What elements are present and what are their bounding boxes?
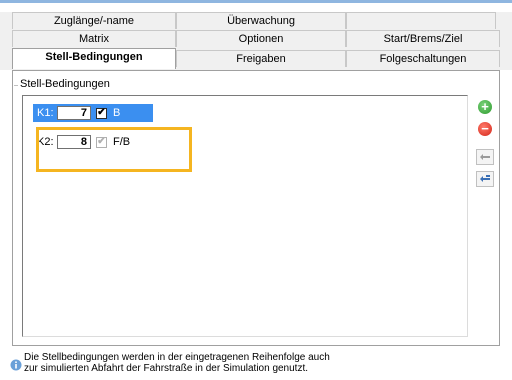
move-up-button[interactable] [476, 148, 494, 166]
footer-text: Die Stellbedingungen werden in der einge… [24, 352, 330, 374]
group-title: Stell-Bedingungen [18, 78, 112, 90]
footer-line-1: Die Stellbedingungen werden in der einge… [24, 352, 330, 363]
tab-stell-bedingungen[interactable]: Stell-Bedingungen [12, 48, 176, 69]
tab-matrix[interactable]: Matrix [12, 30, 176, 47]
move-up-icon [476, 149, 494, 165]
tab-folgeschaltungen[interactable]: Folgeschaltungen [346, 50, 500, 67]
window-top-edge [0, 0, 512, 9]
footer-line-2: zur simulierten Abfahrt der Fahrstraße i… [24, 363, 309, 374]
checkbox-checked-icon[interactable]: ✔ [96, 107, 107, 119]
info-footer: Die Stellbedingungen werden in der einge… [10, 352, 500, 378]
list-item-k1[interactable]: K1: 7 ✔ B [33, 104, 153, 122]
number-field[interactable]: 7 [57, 106, 91, 120]
tab-optionen[interactable]: Optionen [176, 30, 346, 47]
tab-strip: Zuglänge/-name Überwachung Matrix Option… [0, 12, 512, 70]
row-flag: B [113, 107, 121, 119]
add-button[interactable]: + [476, 98, 494, 116]
highlight-box [36, 127, 192, 172]
row-label: K1: [37, 107, 54, 119]
tab-zuglaenge-name[interactable]: Zuglänge/-name [12, 12, 176, 29]
tab-freigaben[interactable]: Freigaben [176, 50, 346, 67]
add-icon: + [478, 100, 492, 114]
info-icon [10, 359, 22, 371]
remove-icon: − [478, 122, 492, 136]
tab-ueberwachung[interactable]: Überwachung [176, 12, 346, 29]
tab-start-brems-ziel[interactable]: Start/Brems/Ziel [346, 30, 500, 47]
remove-button[interactable]: − [476, 120, 494, 138]
move-down-button[interactable] [476, 170, 494, 188]
move-down-icon [476, 171, 494, 187]
tab-empty [346, 12, 496, 29]
